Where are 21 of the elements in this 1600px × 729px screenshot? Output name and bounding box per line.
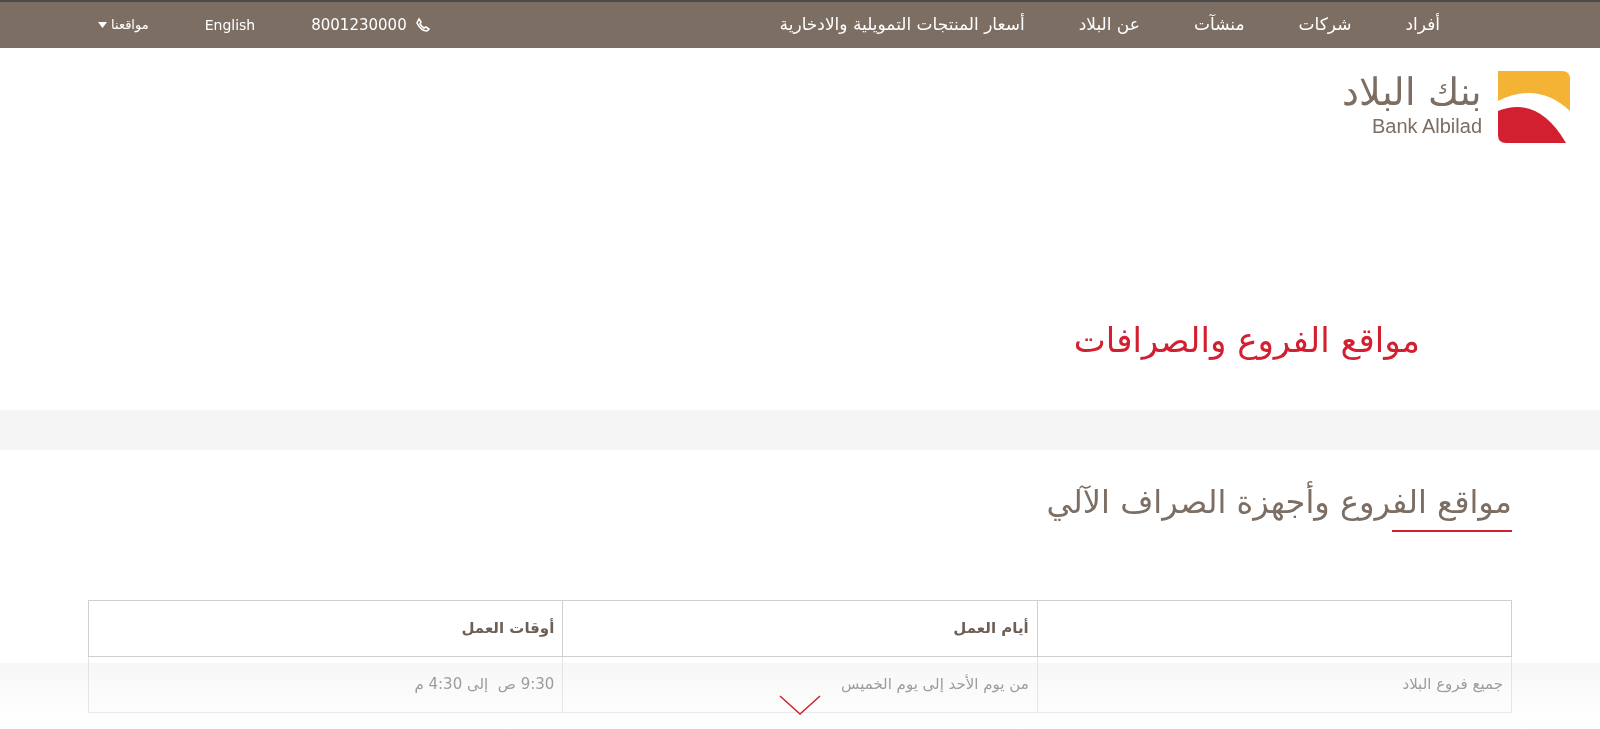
phone-icon [414,17,431,33]
nav-link[interactable]: عن البلاد [1078,12,1140,38]
table-cell: 9:30 ص إلى 4:30 م [88,656,563,713]
logo-arabic-text: بنك البلاد [1341,70,1482,114]
nav-link[interactable]: شركات [1298,12,1352,38]
nav-link[interactable]: أسعار المنتجات التمويلية والادخارية [779,12,1025,38]
caret-icon [98,22,107,28]
nav-link[interactable]: أفراد [1405,12,1440,38]
locations-dropdown[interactable]: مواقعنا [98,15,149,35]
column-header: أوقات العمل [88,600,563,657]
language-link[interactable]: English [204,14,256,36]
nav-link[interactable]: منشآت [1193,12,1245,38]
table-cell: جميع فروع البلاد [1037,656,1512,713]
table-cell: من يوم الأحد إلى يوم الخميس [562,656,1038,713]
column-header: أيام العمل [562,600,1038,657]
phone-number[interactable]: 8001230000 [311,13,407,37]
chevron-down-icon[interactable] [779,695,821,715]
logo-mark-icon [1498,71,1570,145]
page-title: مواقع الفروع والصرافات [1073,319,1420,362]
logo-english-text: Bank Albilad [1371,114,1482,138]
section-title: مواقع الفروع وأجهزة الصراف الآلي [1046,480,1512,523]
